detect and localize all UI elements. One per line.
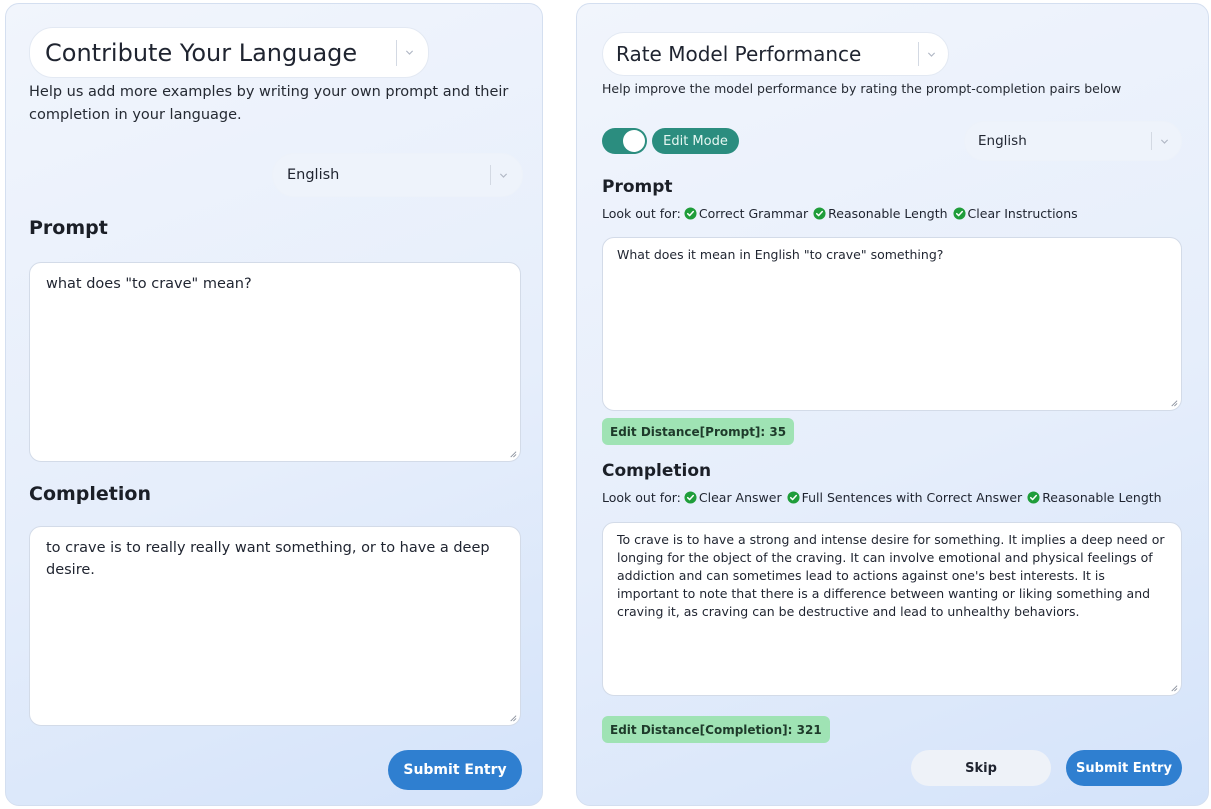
completion-heading: Completion	[29, 483, 151, 505]
rate-help-text: Help improve the model performance by ra…	[602, 81, 1122, 96]
criteria-item: Reasonable Length	[828, 205, 948, 221]
criteria-item: Reasonable Length	[1042, 489, 1162, 505]
completion-edit-distance-badge: Edit Distance[Completion]: 321	[602, 716, 830, 743]
check-circle-icon	[684, 490, 697, 504]
chevron-down-icon	[927, 51, 936, 57]
prompt-edit-distance-badge: Edit Distance[Prompt]: 35	[602, 418, 795, 445]
chevron-down-icon	[405, 50, 414, 55]
chevron-down-icon	[1160, 138, 1169, 144]
task-select-label: Rate Model Performance	[616, 42, 862, 66]
contribute-help-text: Help us add more examples by writing you…	[29, 84, 509, 123]
task-select-label: Contribute Your Language	[45, 38, 358, 67]
completion-input[interactable]: to crave is to really really want someth…	[29, 526, 521, 726]
prompt-input[interactable]: what does "to crave" mean?	[29, 262, 521, 462]
prompt-input-text: what does "to crave" mean?	[46, 276, 252, 292]
rate-panel: Rate Model Performance Help improve the …	[576, 3, 1209, 806]
edit-mode-chip: Edit Mode	[652, 128, 739, 154]
edit-mode-toggle[interactable]	[602, 128, 647, 154]
submit-entry-button[interactable]: Submit Entry	[388, 750, 522, 790]
lookout-label: Look out for:	[602, 489, 681, 505]
task-select[interactable]: Rate Model Performance	[602, 32, 949, 76]
check-circle-icon	[813, 206, 826, 220]
completion-input-text: To crave is to have a strong and intense…	[617, 532, 1165, 619]
completion-input-text: to crave is to really really want someth…	[46, 540, 490, 578]
check-circle-icon	[953, 206, 966, 220]
criteria-item: Correct Grammar	[698, 205, 809, 221]
submit-entry-button[interactable]: Submit Entry	[1066, 750, 1182, 786]
check-circle-icon	[787, 490, 800, 504]
criteria-item: Clear Instructions	[967, 205, 1078, 221]
prompt-heading: Prompt	[29, 217, 108, 239]
chevron-down-icon	[499, 172, 508, 178]
check-circle-icon	[1027, 490, 1040, 504]
language-select[interactable]: English	[272, 153, 523, 197]
completion-criteria: Look out for: Clear Answer Full Sentence…	[602, 488, 1164, 506]
language-select[interactable]: English	[964, 121, 1182, 161]
resize-grip-icon[interactable]	[1169, 683, 1178, 692]
resize-grip-icon[interactable]	[508, 713, 517, 722]
task-select[interactable]: Contribute Your Language	[29, 27, 429, 78]
toggle-knob	[623, 130, 645, 152]
resize-grip-icon[interactable]	[1169, 398, 1178, 407]
check-circle-icon	[684, 206, 697, 220]
skip-button[interactable]: Skip	[911, 750, 1051, 786]
criteria-item: Clear Answer	[698, 489, 782, 505]
completion-input[interactable]: To crave is to have a strong and intense…	[602, 522, 1182, 696]
language-select-label: English	[978, 133, 1027, 149]
prompt-heading: Prompt	[602, 177, 673, 197]
prompt-criteria: Look out for: Correct Grammar Reasonable…	[602, 204, 1080, 222]
contribute-panel: Contribute Your Language Help us add mor…	[5, 3, 543, 806]
prompt-input-text: What does it mean in English "to crave" …	[617, 247, 944, 262]
resize-grip-icon[interactable]	[508, 449, 517, 458]
language-select-label: English	[287, 167, 340, 183]
criteria-item: Full Sentences with Correct Answer	[801, 489, 1023, 505]
prompt-input[interactable]: What does it mean in English "to crave" …	[602, 237, 1182, 411]
lookout-label: Look out for:	[602, 205, 681, 221]
completion-heading: Completion	[602, 461, 712, 481]
